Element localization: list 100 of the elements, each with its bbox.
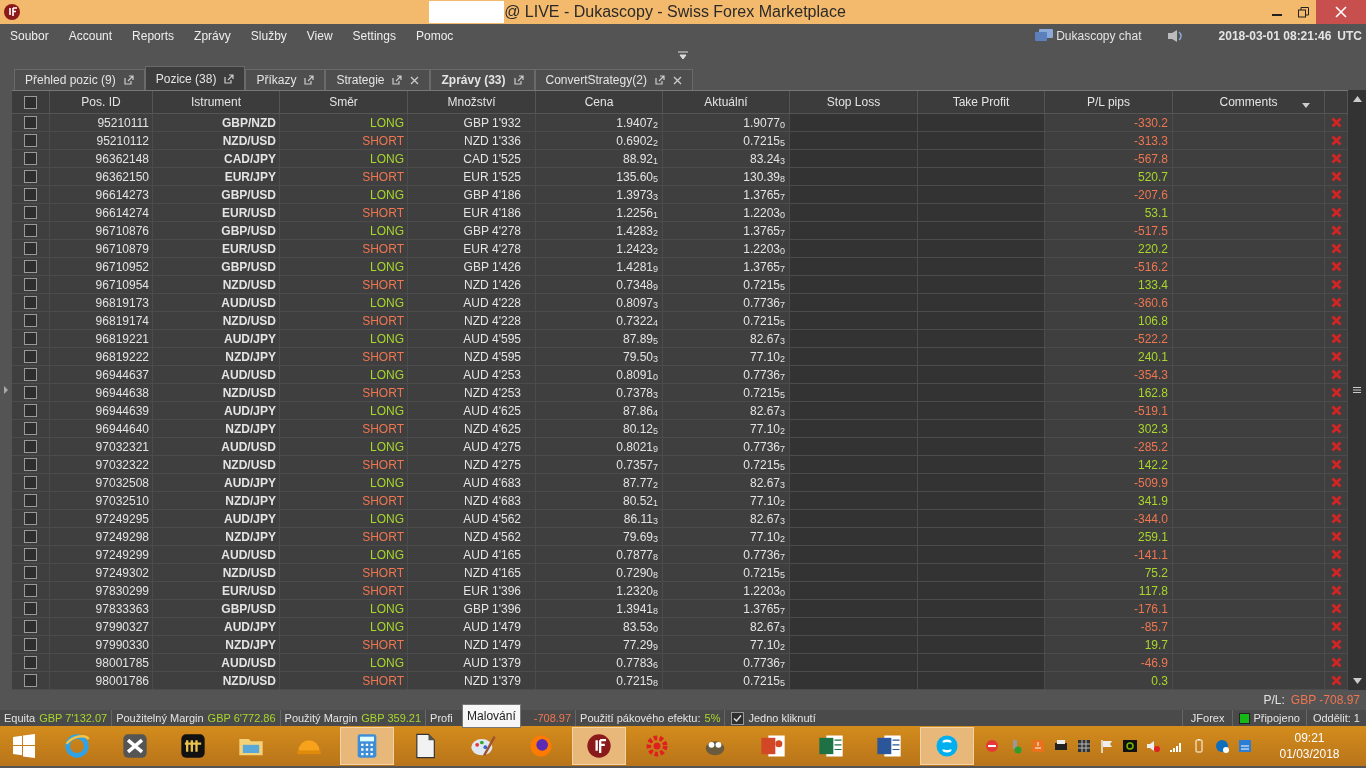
take-profit-cell[interactable]	[918, 348, 1045, 366]
tab[interactable]: Přehled pozic (9)	[14, 69, 145, 90]
take-profit-cell[interactable]	[918, 366, 1045, 384]
close-position-icon[interactable]	[1330, 495, 1342, 506]
row-checkbox[interactable]	[24, 206, 37, 219]
caret-icon[interactable]	[1302, 103, 1310, 108]
stop-loss-cell[interactable]	[790, 330, 918, 348]
column-header[interactable]: Take Profit	[952, 93, 1010, 111]
close-position-icon[interactable]	[1330, 549, 1342, 560]
stop-loss-cell[interactable]	[790, 348, 918, 366]
chat-link[interactable]: Dukascopy chat	[1056, 27, 1142, 45]
stop-loss-cell[interactable]	[790, 420, 918, 438]
column-header[interactable]: Istrument	[191, 93, 241, 111]
row-checkbox[interactable]	[24, 458, 37, 471]
take-profit-cell[interactable]	[918, 600, 1045, 618]
stop-loss-cell[interactable]	[790, 114, 918, 132]
menu-item[interactable]: Settings	[342, 27, 406, 45]
row-checkbox[interactable]	[24, 314, 37, 327]
close-position-icon[interactable]	[1330, 423, 1342, 434]
take-profit-cell[interactable]	[918, 402, 1045, 420]
take-profit-cell[interactable]	[918, 276, 1045, 294]
row-checkbox[interactable]	[24, 296, 37, 309]
row-checkbox[interactable]	[24, 584, 37, 597]
stop-loss-cell[interactable]	[790, 240, 918, 258]
close-position-icon[interactable]	[1330, 405, 1342, 416]
take-profit-cell[interactable]	[918, 672, 1045, 690]
take-profit-cell[interactable]	[918, 186, 1045, 204]
expand-arrow-icon[interactable]	[3, 385, 9, 395]
menu-item[interactable]: Zprávy	[184, 27, 241, 45]
close-position-icon[interactable]	[1330, 135, 1342, 146]
row-checkbox[interactable]	[24, 422, 37, 435]
menu-item[interactable]: Reports	[122, 27, 185, 45]
stop-loss-cell[interactable]	[790, 474, 918, 492]
close-position-icon[interactable]	[1330, 531, 1342, 542]
column-header[interactable]: P/L pips	[1087, 93, 1130, 111]
stop-loss-cell[interactable]	[790, 510, 918, 528]
popout-icon[interactable]	[392, 75, 403, 85]
close-position-icon[interactable]	[1330, 189, 1342, 200]
popout-icon[interactable]	[304, 75, 315, 85]
close-position-icon[interactable]	[1330, 207, 1342, 218]
stop-loss-cell[interactable]	[790, 492, 918, 510]
close-position-icon[interactable]	[1330, 567, 1342, 578]
stop-loss-cell[interactable]	[790, 186, 918, 204]
stop-loss-cell[interactable]	[790, 312, 918, 330]
row-checkbox[interactable]	[24, 278, 37, 291]
popout-icon[interactable]	[513, 75, 524, 85]
row-checkbox[interactable]	[24, 134, 37, 147]
row-checkbox[interactable]	[24, 170, 37, 183]
stop-loss-cell[interactable]	[790, 546, 918, 564]
close-position-icon[interactable]	[1330, 369, 1342, 380]
close-position-icon[interactable]	[1330, 351, 1342, 362]
grip-icon[interactable]	[1353, 387, 1361, 393]
close-icon[interactable]	[410, 75, 420, 85]
close-position-icon[interactable]	[1330, 171, 1342, 182]
select-all-checkbox[interactable]	[24, 95, 37, 109]
minus-circle-icon[interactable]	[984, 738, 1000, 754]
take-profit-cell[interactable]	[918, 564, 1045, 582]
row-checkbox[interactable]	[24, 440, 37, 453]
close-position-icon[interactable]	[1330, 675, 1342, 686]
stop-loss-cell[interactable]	[790, 150, 918, 168]
menu-item[interactable]: Pomoc	[405, 27, 464, 45]
chip-icon[interactable]	[1122, 738, 1138, 754]
stop-loss-cell[interactable]	[790, 294, 918, 312]
take-profit-cell[interactable]	[918, 510, 1045, 528]
take-profit-cell[interactable]	[918, 258, 1045, 276]
take-profit-cell[interactable]	[918, 204, 1045, 222]
popout-icon[interactable]	[654, 75, 665, 85]
scroll-up-icon[interactable]	[1352, 96, 1362, 102]
popout-icon[interactable]	[224, 73, 235, 84]
row-checkbox[interactable]	[24, 242, 37, 255]
take-profit-cell[interactable]	[918, 294, 1045, 312]
take-profit-cell[interactable]	[918, 132, 1045, 150]
column-header[interactable]: Comments	[1219, 93, 1278, 111]
stop-loss-cell[interactable]	[790, 168, 918, 186]
close-position-icon[interactable]	[1330, 117, 1342, 128]
close-icon[interactable]	[672, 75, 682, 85]
row-checkbox[interactable]	[24, 368, 37, 381]
menu-item[interactable]: Account	[58, 27, 123, 45]
close-position-icon[interactable]	[1330, 297, 1342, 308]
close-position-icon[interactable]	[1330, 639, 1342, 650]
close-position-icon[interactable]	[1330, 279, 1342, 290]
take-profit-cell[interactable]	[918, 114, 1045, 132]
column-header[interactable]: Stop Loss	[826, 93, 881, 111]
take-profit-cell[interactable]	[918, 546, 1045, 564]
stop-loss-cell[interactable]	[790, 528, 918, 546]
take-profit-cell[interactable]	[918, 150, 1045, 168]
row-checkbox[interactable]	[24, 620, 37, 633]
row-checkbox[interactable]	[24, 602, 37, 615]
take-profit-cell[interactable]	[918, 312, 1045, 330]
take-profit-cell[interactable]	[918, 636, 1045, 654]
tab[interactable]: Zprávy (33)	[430, 69, 535, 90]
stop-loss-cell[interactable]	[790, 402, 918, 420]
row-checkbox[interactable]	[24, 476, 37, 489]
take-profit-cell[interactable]	[918, 582, 1045, 600]
take-profit-cell[interactable]	[918, 168, 1045, 186]
stop-loss-cell[interactable]	[790, 456, 918, 474]
stop-loss-cell[interactable]	[790, 132, 918, 150]
row-checkbox[interactable]	[24, 332, 37, 345]
close-position-icon[interactable]	[1330, 585, 1342, 596]
menu-item[interactable]: View	[296, 27, 343, 45]
